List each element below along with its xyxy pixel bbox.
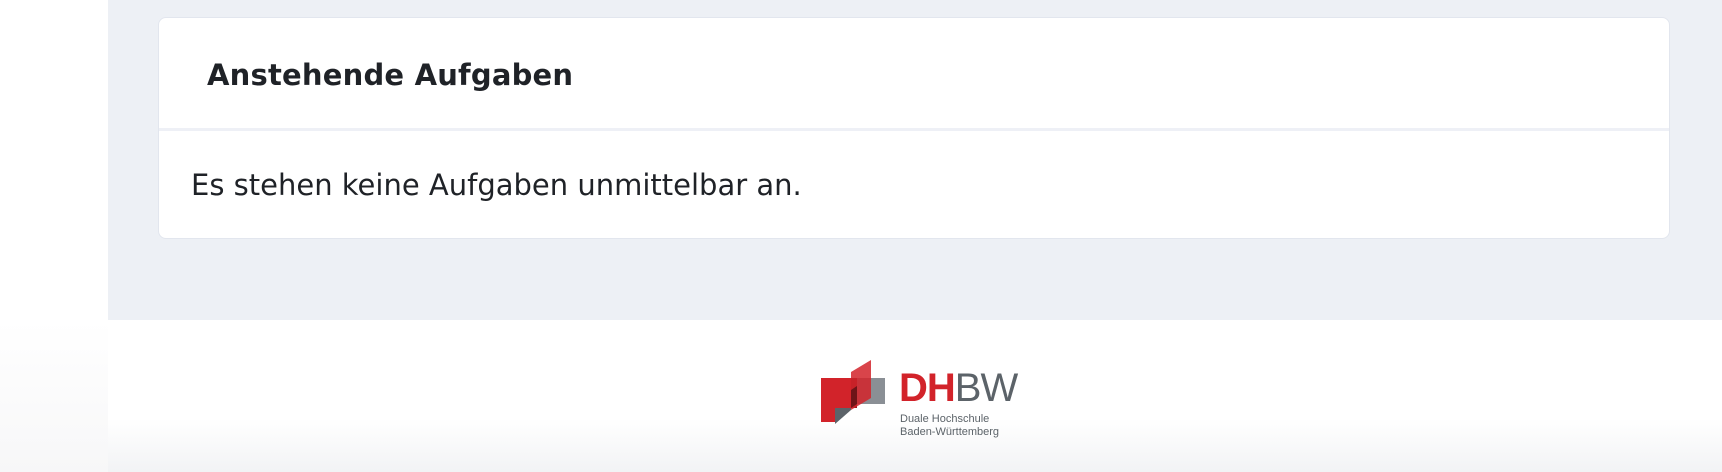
main-content: Anstehende Aufgaben Es stehen keine Aufg… (108, 0, 1722, 320)
upcoming-tasks-card: Anstehende Aufgaben Es stehen keine Aufg… (158, 17, 1670, 239)
subtitle-line-2: Baden-Württemberg (900, 426, 1000, 438)
footer-left-edge (0, 320, 108, 472)
wordmark-bw: BW (954, 366, 1018, 410)
dhbw-logo-mark-icon (821, 360, 885, 424)
dhbw-logo[interactable]: DHBW Duale Hochschule Baden-Württemberg (819, 358, 1019, 442)
empty-tasks-message: Es stehen keine Aufgaben unmittelbar an. (191, 168, 802, 202)
dhbw-subtitle: Duale Hochschule Baden-Württemberg (900, 413, 999, 439)
subtitle-line-1: Duale Hochschule (900, 413, 990, 425)
card-header: Anstehende Aufgaben (159, 18, 1669, 131)
card-title: Anstehende Aufgaben (207, 58, 574, 92)
dhbw-wordmark: DHBW (899, 366, 1018, 410)
wordmark-dh: DH (899, 366, 956, 410)
